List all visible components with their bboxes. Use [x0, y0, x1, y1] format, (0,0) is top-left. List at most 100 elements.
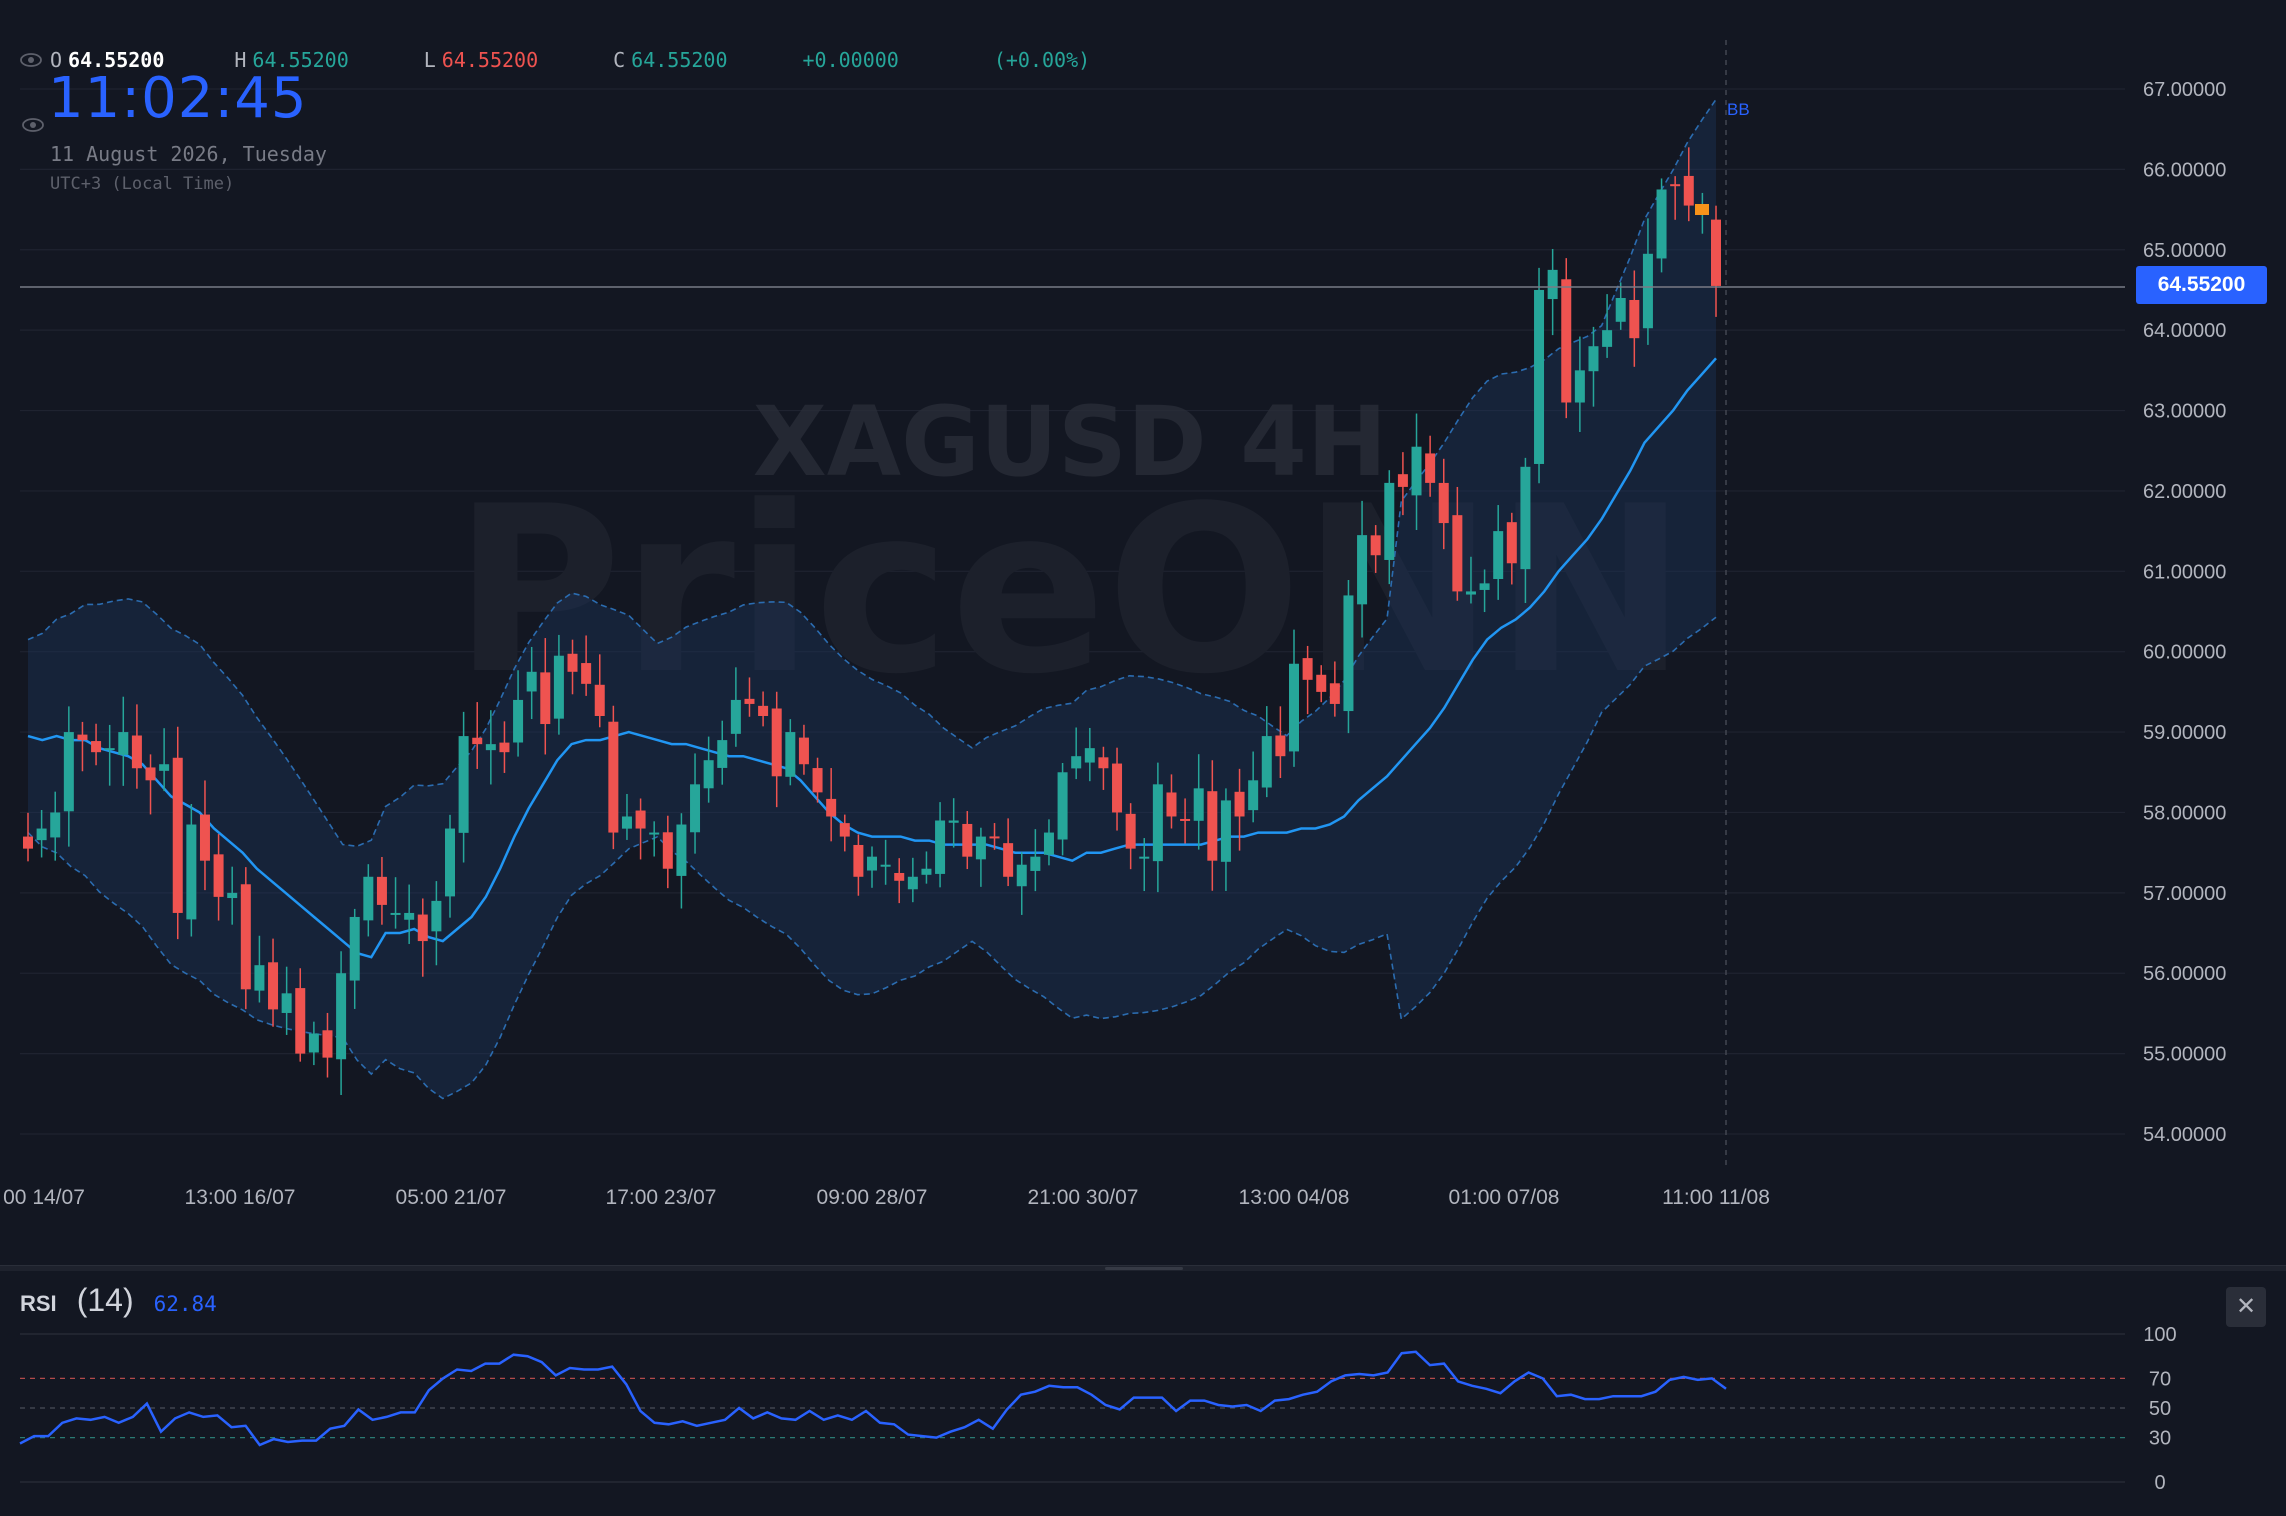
rsi-chart[interactable]: 100 70 50 30 0 [0, 1270, 2286, 1516]
change-percent: (+0.00%) [993, 48, 1091, 72]
price-tick-label: 63.00000 [2143, 401, 2226, 423]
candle-body [989, 836, 1000, 839]
candle-body [1547, 269, 1558, 300]
rsi-line [19, 1350, 1727, 1447]
price-tick-label: 55.00000 [2143, 1044, 2226, 1066]
candle-body [1452, 515, 1463, 592]
candle-body [1125, 813, 1136, 849]
price-tick-label: 58.00000 [2143, 802, 2226, 824]
candle-body [1316, 674, 1327, 692]
candle-body [131, 735, 142, 769]
candle-body [1275, 735, 1286, 757]
price-chart[interactable]: XAGUSD 4H PriceONN BB 67.0000066.0000065… [0, 0, 2286, 1265]
candle-body [826, 798, 837, 817]
candle-body [336, 973, 347, 1060]
candle-body [63, 732, 74, 812]
candle-body [1615, 298, 1626, 322]
candle-body [594, 684, 605, 716]
candle-body [1370, 535, 1381, 556]
low-value: 64.55200 [441, 48, 539, 72]
candle-body [227, 892, 238, 899]
candle-body [1711, 219, 1721, 286]
candle-body [118, 732, 129, 755]
candle-body [1561, 279, 1572, 403]
candle-body [1656, 189, 1667, 259]
candle-body [812, 768, 823, 793]
candle-body [758, 705, 769, 716]
ghost-candle-marker [1695, 204, 1709, 215]
candle-body [240, 884, 251, 990]
rsi-level-label: 30 [2149, 1428, 2171, 1450]
candle-body [635, 810, 646, 829]
candle-body [1357, 535, 1368, 605]
candle-body [1493, 531, 1504, 580]
candle-body [1234, 791, 1245, 817]
rsi-level-label: 0 [2154, 1472, 2165, 1494]
candle-body [1642, 253, 1653, 329]
candle-body [1289, 663, 1299, 752]
candle-body [880, 864, 891, 867]
time-axis[interactable]: 00 14/07 13:00 16/07 05:00 21/07 17:00 23/0… [3, 1186, 1770, 1209]
rsi-level-label: 70 [2149, 1368, 2171, 1390]
rsi-level-label: 50 [2149, 1398, 2171, 1420]
candle-body [1152, 784, 1163, 862]
candle-body [485, 744, 496, 751]
candle-body [935, 820, 946, 874]
eye-icon[interactable] [22, 118, 44, 132]
price-tick-label: 64.00000 [2143, 320, 2226, 342]
candle-body [608, 721, 619, 833]
candle-body [50, 812, 61, 838]
candle-body [1384, 482, 1395, 560]
candle-body [1520, 466, 1531, 570]
candle-body [472, 737, 483, 745]
candle-body [975, 836, 986, 860]
candle-body [662, 832, 673, 869]
candle-body [1411, 446, 1422, 496]
candle-body [308, 1033, 319, 1053]
close-icon[interactable]: ✕ [2226, 1287, 2266, 1327]
rsi-length: (14) [76, 1282, 134, 1318]
candle-body [526, 671, 537, 692]
candle-body [553, 655, 564, 719]
candle-body [1506, 522, 1517, 564]
candle-body [853, 844, 864, 877]
candle-body [1438, 482, 1449, 524]
eye-icon[interactable] [20, 53, 42, 67]
price-tick-label: 62.00000 [2143, 481, 2226, 503]
candle-body [744, 698, 755, 704]
candle-body [199, 814, 210, 861]
candle-body [867, 856, 877, 871]
price-tick-label: 57.00000 [2143, 883, 2226, 905]
candle-body [281, 993, 292, 1013]
bb-indicator-label[interactable]: BB [1727, 100, 1750, 119]
price-tick-label: 60.00000 [2143, 642, 2226, 664]
time-tick-label: 13:00 16/07 [185, 1186, 296, 1209]
price-tick-label: 56.00000 [2143, 963, 2226, 985]
candle-body [213, 854, 224, 897]
candle-body [91, 741, 102, 753]
candle-body [1574, 370, 1585, 403]
candle-body [1683, 175, 1694, 206]
candle-body [404, 912, 415, 920]
close-value: 64.55200 [631, 48, 728, 72]
candle-body [1602, 330, 1613, 347]
candle-body [1180, 818, 1191, 821]
price-tick-label: 65.00000 [2143, 240, 2226, 262]
candle-body [445, 828, 455, 897]
candle-body [1329, 683, 1340, 704]
candle-body [254, 965, 265, 991]
candle-body [1043, 832, 1054, 855]
candle-body [1588, 346, 1599, 372]
time-tick-label: 11:00 11/08 [1662, 1186, 1770, 1209]
candle-body [1670, 184, 1681, 187]
candle-body [1465, 591, 1476, 595]
time-tick-label: 21:00 30/07 [1028, 1186, 1139, 1209]
candle-body [690, 784, 701, 833]
candle-body [581, 663, 592, 684]
price-axis[interactable]: 67.00000 66.00000 65.00000 64.00000 63.00000… [2143, 79, 2226, 1146]
candle-body [1261, 736, 1272, 788]
low-label: L [423, 48, 436, 72]
date-label: 11 August 2026, Tuesday [50, 142, 327, 166]
candle-body [1193, 788, 1204, 821]
candle-body [1248, 780, 1259, 811]
